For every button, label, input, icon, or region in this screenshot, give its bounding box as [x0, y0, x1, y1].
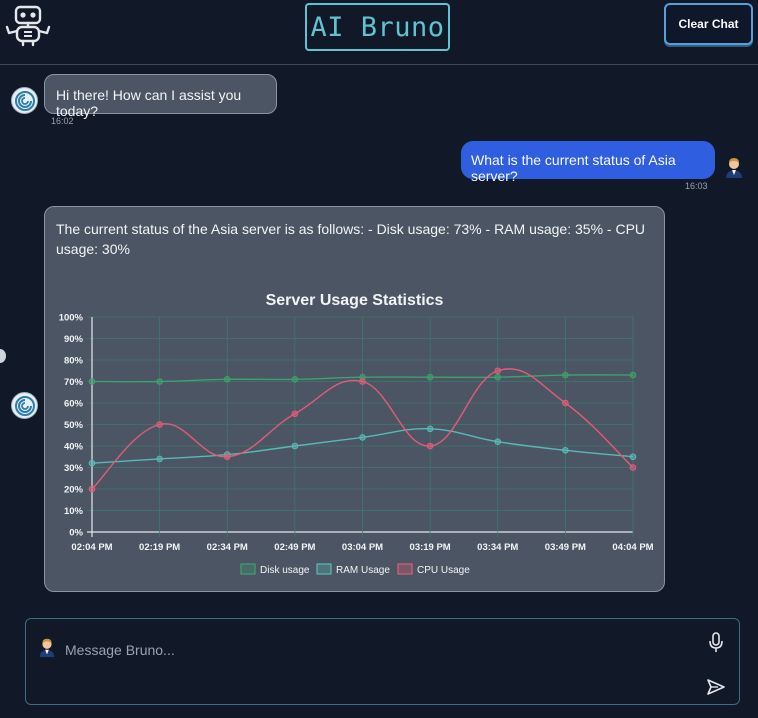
scroll-handle[interactable]	[0, 349, 6, 363]
bot-logo-icon	[14, 90, 35, 111]
ram-usage-point	[156, 455, 163, 463]
chart-title: Server Usage Statistics	[266, 292, 444, 309]
message-time: 16:02	[51, 116, 74, 126]
cpu-usage-point	[359, 378, 366, 385]
app-header: AI Bruno Clear Chat	[0, 0, 758, 65]
y-tick-label: 60%	[64, 399, 84, 410]
bot-avatar	[11, 87, 38, 114]
x-tick-label: 03:49 PM	[545, 542, 586, 553]
y-tick-label: 100%	[59, 313, 84, 324]
bot-message-bubble: The current status of the Asia server is…	[44, 206, 665, 592]
ram-usage-point	[291, 442, 299, 450]
bot-avatar	[11, 392, 38, 419]
ram-usage-point	[88, 459, 96, 467]
cpu-usage-legend-swatch	[397, 563, 413, 575]
microphone-icon[interactable]	[708, 632, 724, 654]
message-composer	[25, 618, 740, 705]
app-title: AI Bruno	[305, 3, 450, 51]
bot-logo-icon	[14, 395, 35, 416]
user-avatar-icon	[726, 158, 742, 178]
y-tick-label: 10%	[64, 506, 84, 517]
x-tick-label: 03:04 PM	[342, 542, 383, 553]
user-avatar-icon	[39, 638, 55, 658]
send-icon[interactable]	[706, 678, 726, 696]
cpu-usage-point	[426, 442, 434, 450]
disk-usage-point	[88, 378, 96, 385]
disk-usage-point	[223, 376, 231, 383]
ram-usage-point	[494, 438, 502, 445]
cpu-usage-point	[88, 485, 96, 493]
message-time: 16:03	[685, 181, 708, 191]
cpu-usage-point	[562, 399, 569, 407]
bot-message-bubble: Hi there! How can I assist you today?	[44, 74, 277, 119]
y-tick-label: 80%	[64, 356, 84, 367]
message-input[interactable]	[65, 639, 665, 661]
disk-usage-point	[494, 373, 502, 381]
y-tick-label: 0%	[69, 528, 83, 539]
disk-usage-legend-swatch	[240, 563, 256, 575]
x-tick-label: 02:49 PM	[274, 542, 315, 553]
disk-usage-point	[156, 378, 163, 385]
x-tick-label: 03:19 PM	[410, 542, 451, 553]
server-usage-chart: Server Usage Statistics 0% 10% 20% 30% 40% 50%…	[59, 292, 654, 576]
disk-usage-point	[629, 371, 637, 379]
ram-usage-legend-swatch	[316, 563, 332, 575]
ram-usage-point	[629, 453, 637, 461]
ram-usage-point	[359, 434, 366, 441]
cpu-usage-point	[629, 464, 637, 471]
robot-icon	[5, 5, 51, 47]
x-tick-label: 02:19 PM	[139, 542, 180, 553]
user-message-bubble: What is the current status of Asia serve…	[461, 141, 715, 184]
ram-usage-point	[562, 447, 569, 454]
cpu-usage-legend-label: CPU Usage	[417, 565, 470, 576]
disk-usage-point	[562, 371, 569, 379]
y-tick-label: 90%	[64, 334, 84, 345]
x-tick-label: 02:34 PM	[207, 542, 248, 553]
bot-message-text: Hi there! How can I assist you today?	[56, 87, 242, 119]
ram-usage-point	[426, 425, 434, 433]
cpu-usage-point	[156, 421, 163, 428]
x-tick-label: 03:34 PM	[477, 542, 518, 553]
disk-usage-point	[291, 376, 299, 383]
y-tick-label: 70%	[64, 377, 84, 388]
ram-usage-legend-label: RAM Usage	[336, 565, 390, 576]
cpu-usage-point	[291, 410, 299, 418]
disk-usage-point	[426, 373, 434, 381]
cpu-usage-point	[494, 367, 502, 375]
y-tick-label: 40%	[64, 442, 84, 453]
cpu-usage-point	[223, 453, 231, 461]
disk-usage-legend-label: Disk usage	[260, 565, 310, 576]
user-message-text: What is the current status of Asia serve…	[471, 152, 676, 184]
y-tick-label: 30%	[64, 463, 84, 474]
y-tick-label: 20%	[64, 485, 84, 496]
y-tick-label: 50%	[64, 420, 84, 431]
x-tick-label: 04:04 PM	[612, 542, 653, 553]
clear-chat-button[interactable]: Clear Chat	[664, 3, 753, 45]
x-tick-label: 02:04 PM	[71, 542, 112, 553]
